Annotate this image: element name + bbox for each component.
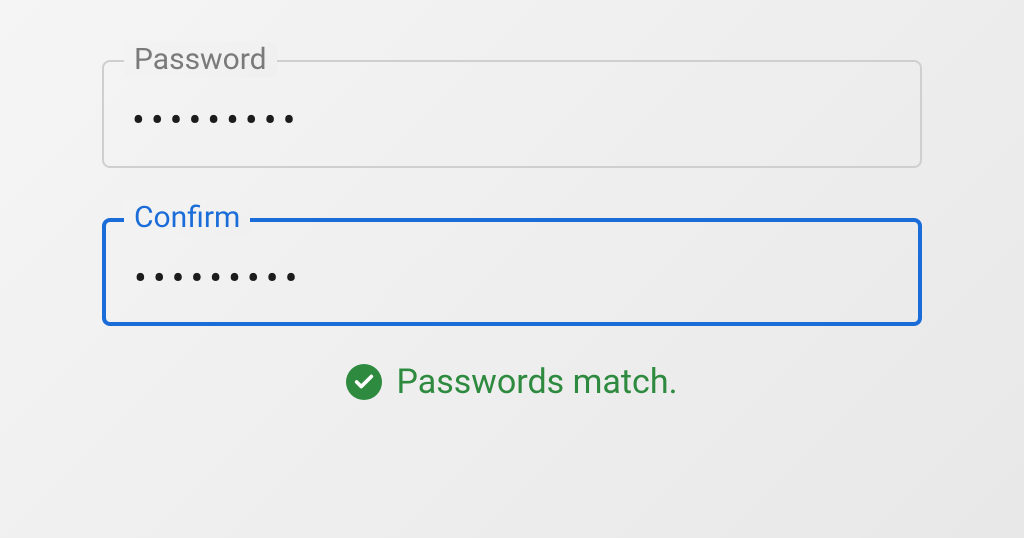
confirm-field-group: Confirm bbox=[102, 218, 922, 326]
password-label: Password bbox=[124, 42, 277, 77]
password-input[interactable] bbox=[132, 99, 892, 143]
confirm-input[interactable] bbox=[134, 257, 890, 301]
validation-status: Passwords match. bbox=[346, 362, 677, 402]
checkmark-circle-icon bbox=[346, 364, 382, 400]
status-message: Passwords match. bbox=[396, 362, 677, 402]
confirm-label: Confirm bbox=[124, 200, 250, 235]
password-form: Password Confirm bbox=[102, 60, 922, 326]
password-field-group: Password bbox=[102, 60, 922, 168]
